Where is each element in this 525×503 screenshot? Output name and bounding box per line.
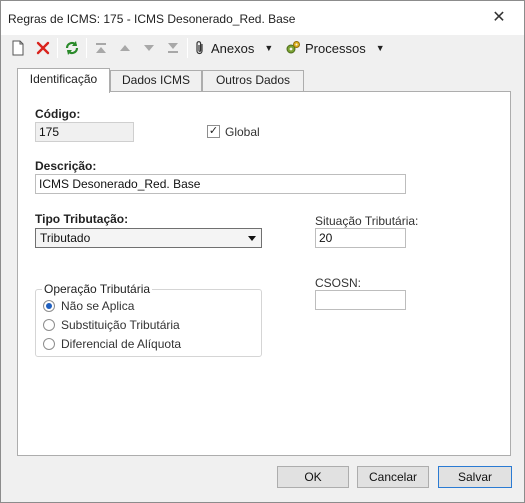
radio-label: Não se Aplica <box>61 299 135 313</box>
previous-record-icon <box>120 45 130 51</box>
new-button[interactable] <box>7 37 29 59</box>
refresh-button[interactable] <box>61 37 83 59</box>
operacao-tributaria-legend: Operação Tributária <box>42 282 153 296</box>
window-title: Regras de ICMS: 175 - ICMS Desonerado_Re… <box>8 12 296 26</box>
radio-substituicao-tributaria[interactable]: Substituição Tributária <box>43 317 180 333</box>
tab-panel-identificacao: Código: 175 ✓ Global Descrição: ICMS Des… <box>17 91 511 456</box>
radio-label: Substituição Tributária <box>61 318 180 332</box>
chevron-down-icon <box>248 236 256 241</box>
tab-dados-icms[interactable]: Dados ICMS <box>110 70 202 91</box>
situacao-tributaria-label: Situação Tributária: <box>315 214 419 228</box>
previous-record-button[interactable] <box>115 37 135 59</box>
tipo-tributacao-select[interactable]: Tributado <box>35 228 262 248</box>
chevron-down-icon: ▼ <box>264 43 274 53</box>
radio-nao-se-aplica[interactable]: Não se Aplica <box>43 298 134 314</box>
descricao-label: Descrição: <box>35 159 97 173</box>
tab-identificacao[interactable]: Identificação <box>17 68 110 93</box>
radio-button[interactable] <box>43 319 55 331</box>
global-label: Global <box>225 125 260 139</box>
next-record-icon <box>144 45 154 51</box>
codigo-label: Código: <box>35 107 81 121</box>
close-icon[interactable]: ✕ <box>489 8 509 28</box>
radio-label: Diferencial de Alíquota <box>61 337 182 351</box>
next-record-button[interactable] <box>139 37 159 59</box>
tipo-tributacao-value: Tributado <box>40 231 91 245</box>
gears-icon <box>286 41 300 54</box>
cancel-button[interactable]: Cancelar <box>357 466 429 488</box>
situacao-tributaria-field[interactable]: 20 <box>315 228 406 248</box>
toolbar-separator <box>57 38 58 58</box>
first-record-icon <box>96 43 106 53</box>
last-record-button[interactable] <box>163 37 183 59</box>
ok-button[interactable]: OK <box>277 466 349 488</box>
descricao-field[interactable]: ICMS Desonerado_Red. Base <box>35 174 406 194</box>
paperclip-icon <box>196 41 203 55</box>
toolbar-separator <box>187 38 188 58</box>
save-button[interactable]: Salvar <box>438 466 512 488</box>
global-checkbox[interactable]: ✓ <box>207 125 220 138</box>
radio-diferencial-aliquota[interactable]: Diferencial de Alíquota <box>43 336 181 352</box>
tab-label: Dados ICMS <box>121 73 191 87</box>
dialog-window: Regras de ICMS: 175 - ICMS Desonerado_Re… <box>0 0 525 503</box>
tab-label: Identificação <box>29 72 98 86</box>
new-document-icon <box>12 40 24 56</box>
csosn-label: CSOSN: <box>315 276 362 290</box>
csosn-field[interactable] <box>315 290 406 310</box>
delete-button[interactable] <box>32 37 54 59</box>
toolbar-separator <box>86 38 87 58</box>
first-record-button[interactable] <box>91 37 111 59</box>
anexos-label: Anexos <box>211 40 255 56</box>
processos-menu-button[interactable]: Processos ▼ <box>285 37 385 59</box>
refresh-icon <box>65 41 79 55</box>
tab-label: Outros Dados <box>215 73 291 87</box>
tab-outros-dados[interactable]: Outros Dados <box>202 70 304 91</box>
toolbar: Anexos ▼ Processos ▼ <box>1 35 524 63</box>
tipo-tributacao-label: Tipo Tributação: <box>35 212 129 226</box>
radio-button[interactable] <box>43 338 55 350</box>
delete-icon <box>36 41 50 55</box>
chevron-down-icon: ▼ <box>375 43 385 53</box>
codigo-field[interactable]: 175 <box>35 122 134 142</box>
operacao-tributaria-group: Operação Tributária Não se Aplica Substi… <box>35 282 262 357</box>
anexos-menu-button[interactable]: Anexos ▼ <box>193 37 277 59</box>
last-record-icon <box>168 43 178 53</box>
title-bar: Regras de ICMS: 175 - ICMS Desonerado_Re… <box>1 1 524 35</box>
checkmark-icon: ✓ <box>208 125 219 137</box>
radio-button-selected[interactable] <box>43 300 55 312</box>
processos-label: Processos <box>305 40 366 56</box>
